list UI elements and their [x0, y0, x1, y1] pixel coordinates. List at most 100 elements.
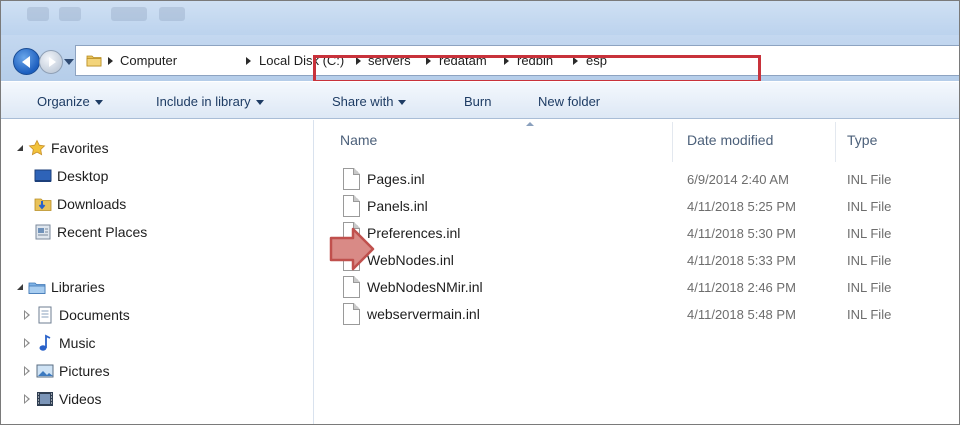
- libraries-icon: [28, 278, 46, 296]
- collapsed-arrow-icon[interactable]: [23, 338, 31, 348]
- column-header-type[interactable]: Type: [847, 132, 877, 148]
- file-row[interactable]: WebNodes.inl 4/11/2018 5:33 PM INL File: [315, 247, 959, 274]
- breadcrumb-computer[interactable]: Computer: [120, 53, 177, 68]
- command-bar: Organize Include in library Share with B…: [1, 81, 959, 119]
- tree-label-videos: Videos: [59, 391, 102, 407]
- address-bar[interactable]: Computer Local Disk (C:) servers redatam…: [75, 45, 959, 83]
- organize-button[interactable]: Organize: [37, 94, 103, 109]
- file-row[interactable]: Pages.inl 6/9/2014 2:40 AM INL File: [315, 166, 959, 193]
- libraries-label: Libraries: [51, 279, 105, 295]
- tree-label-music: Music: [59, 335, 96, 351]
- quick-access-icon: [59, 7, 81, 21]
- share-with-button[interactable]: Share with: [332, 94, 407, 109]
- file-type: INL File: [847, 199, 892, 214]
- file-type: INL File: [847, 226, 892, 241]
- organize-label: Organize: [37, 94, 90, 109]
- share-with-label: Share with: [332, 94, 394, 109]
- file-type: INL File: [847, 172, 892, 187]
- include-in-library-label: Include in library: [156, 94, 251, 109]
- tree-label-pictures: Pictures: [59, 363, 110, 379]
- pointer-arrow-annotation: [329, 227, 375, 271]
- expand-arrow-icon[interactable]: [17, 145, 23, 151]
- chevron-down-icon: [94, 100, 103, 106]
- tree-item-videos[interactable]: Videos: [23, 388, 102, 410]
- new-folder-button[interactable]: New folder: [538, 94, 600, 109]
- documents-icon: [36, 306, 54, 324]
- forward-button[interactable]: [39, 50, 63, 74]
- file-name: Panels.inl: [367, 198, 428, 214]
- title-bar: [1, 1, 959, 35]
- tree-item-recent-places[interactable]: Recent Places: [34, 221, 147, 243]
- back-button[interactable]: [13, 48, 40, 75]
- file-date-modified: 6/9/2014 2:40 AM: [687, 172, 789, 187]
- breadcrumb-separator-icon[interactable]: [108, 57, 113, 65]
- tree-label-documents: Documents: [59, 307, 130, 323]
- file-date-modified: 4/11/2018 5:30 PM: [687, 226, 796, 241]
- music-icon: [36, 334, 54, 352]
- file-icon: [343, 195, 360, 217]
- forward-arrow-icon: [48, 57, 56, 67]
- collapsed-arrow-icon[interactable]: [23, 394, 31, 404]
- navigation-pane: Favorites Desktop Downloads Recent Place…: [1, 120, 314, 424]
- burn-button[interactable]: Burn: [464, 94, 491, 109]
- tree-item-music[interactable]: Music: [23, 332, 96, 354]
- collapsed-arrow-icon[interactable]: [23, 366, 31, 376]
- recent-places-icon: [34, 223, 52, 241]
- collapsed-arrow-icon[interactable]: [23, 310, 31, 320]
- star-icon: [28, 139, 46, 157]
- file-name: webservermain.inl: [367, 306, 480, 322]
- favorites-label: Favorites: [51, 140, 109, 156]
- chevron-down-icon: [255, 100, 264, 106]
- quick-access-icon: [27, 7, 49, 21]
- file-name: WebNodes.inl: [367, 252, 454, 268]
- file-icon: [343, 276, 360, 298]
- file-name: Preferences.inl: [367, 225, 461, 241]
- file-date-modified: 4/11/2018 5:33 PM: [687, 253, 796, 268]
- pictures-icon: [36, 362, 54, 380]
- file-name: Pages.inl: [367, 171, 425, 187]
- chevron-down-icon: [398, 100, 407, 106]
- file-icon: [343, 168, 360, 190]
- file-type: INL File: [847, 253, 892, 268]
- expand-arrow-icon[interactable]: [17, 284, 23, 290]
- sort-ascending-icon: [526, 122, 534, 126]
- file-date-modified: 4/11/2018 2:46 PM: [687, 280, 796, 295]
- quick-access-icon: [159, 7, 185, 21]
- file-type: INL File: [847, 280, 892, 295]
- column-divider[interactable]: [672, 122, 673, 162]
- file-row[interactable]: WebNodesNMir.inl 4/11/2018 2:46 PM INL F…: [315, 274, 959, 301]
- include-in-library-button[interactable]: Include in library: [156, 94, 264, 109]
- column-divider[interactable]: [835, 122, 836, 162]
- tree-label-desktop: Desktop: [57, 168, 109, 184]
- tree-item-pictures[interactable]: Pictures: [23, 360, 110, 382]
- column-header-name[interactable]: Name: [340, 132, 377, 148]
- recent-locations-chevron-icon[interactable]: [64, 59, 74, 65]
- file-icon: [343, 303, 360, 325]
- videos-icon: [36, 390, 54, 408]
- desktop-icon: [34, 167, 52, 185]
- file-date-modified: 4/11/2018 5:25 PM: [687, 199, 796, 214]
- file-list: Name Date modified Type Pages.inl 6/9/20…: [315, 120, 959, 424]
- tree-label-recent-places: Recent Places: [57, 224, 148, 240]
- tree-libraries[interactable]: Libraries: [17, 276, 105, 298]
- quick-access-icon: [111, 7, 147, 21]
- file-row[interactable]: Panels.inl 4/11/2018 5:25 PM INL File: [315, 193, 959, 220]
- column-header-date-modified[interactable]: Date modified: [687, 132, 773, 148]
- address-row: Computer Local Disk (C:) servers redatam…: [1, 35, 959, 83]
- explorer-window: Computer Local Disk (C:) servers redatam…: [0, 0, 960, 425]
- file-date-modified: 4/11/2018 5:48 PM: [687, 307, 796, 322]
- file-name: WebNodesNMir.inl: [367, 279, 483, 295]
- file-row[interactable]: webservermain.inl 4/11/2018 5:48 PM INL …: [315, 301, 959, 328]
- file-row[interactable]: Preferences.inl 4/11/2018 5:30 PM INL Fi…: [315, 220, 959, 247]
- downloads-folder-icon: [34, 195, 52, 213]
- file-type: INL File: [847, 307, 892, 322]
- breadcrumb-separator-icon[interactable]: [246, 57, 251, 65]
- tree-item-downloads[interactable]: Downloads: [34, 193, 126, 215]
- tree-item-documents[interactable]: Documents: [23, 304, 130, 326]
- path-highlight-box: [313, 55, 761, 83]
- tree-label-downloads: Downloads: [57, 196, 127, 212]
- tree-favorites[interactable]: Favorites: [17, 137, 109, 159]
- folder-icon: [86, 55, 102, 67]
- back-arrow-icon: [21, 55, 30, 68]
- tree-item-desktop[interactable]: Desktop: [34, 165, 108, 187]
